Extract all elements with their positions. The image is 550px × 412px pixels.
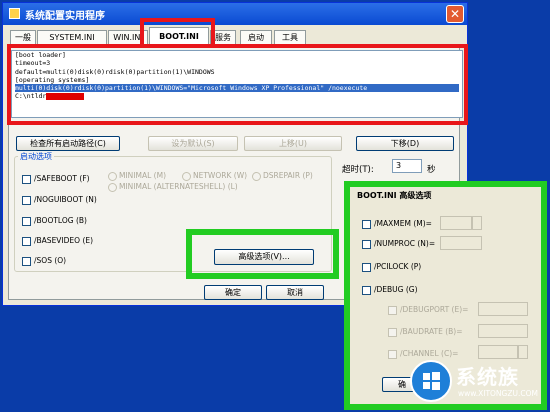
tab-startup[interactable]: 启动 — [240, 30, 272, 44]
bootlog-label: /BOOTLOG (B) — [34, 216, 87, 225]
minimal-altshell-radio[interactable] — [108, 183, 117, 192]
check-boot-paths-button[interactable]: 检查所有启动路径(C) — [16, 136, 120, 151]
network-radio[interactable] — [182, 172, 191, 181]
sos-label: /SOS (O) — [34, 256, 67, 265]
tab-general[interactable]: 一般 — [10, 30, 36, 44]
sos-checkbox[interactable] — [22, 257, 31, 266]
ok-button[interactable]: 确定 — [204, 285, 262, 300]
boot-options-legend: 启动选项 — [18, 151, 54, 162]
safeboot-label: /SAFEBOOT (F) — [34, 174, 90, 183]
timeout-unit: 秒 — [427, 165, 436, 175]
minimal-altshell-label: MINIMAL (ALTERNATESHELL) (L) — [119, 182, 238, 191]
cancel-button[interactable]: 取消 — [266, 285, 324, 300]
tab-system-ini[interactable]: SYSTEM.INI — [37, 30, 107, 44]
advanced-button-highlight — [186, 229, 339, 279]
noguiboot-checkbox[interactable] — [22, 196, 31, 205]
window-title: 系统配置实用程序 — [25, 11, 105, 22]
bootlog-checkbox[interactable] — [22, 217, 31, 226]
network-label: NETWORK (W) — [193, 171, 248, 180]
basevideo-checkbox[interactable] — [22, 237, 31, 246]
set-default-button[interactable]: 设为默认(S) — [148, 136, 238, 151]
move-up-button[interactable]: 上移(U) — [244, 136, 342, 151]
boot-text-highlight — [7, 44, 468, 125]
title-bar[interactable]: 系统配置实用程序 ✕ — [3, 3, 467, 25]
close-button[interactable]: ✕ — [446, 5, 464, 23]
watermark: 系统族 www.XITONGZU.COM — [410, 355, 548, 409]
dsrepair-radio[interactable] — [252, 172, 261, 181]
minimal-label: MINIMAL (M) — [119, 171, 166, 180]
basevideo-label: /BASEVIDEO (E) — [34, 236, 94, 245]
dsrepair-label: DSREPAIR (P) — [263, 171, 313, 180]
noguiboot-label: /NOGUIBOOT (N) — [34, 195, 97, 204]
watermark-text: 系统族 — [456, 365, 519, 389]
app-icon — [9, 8, 20, 19]
move-down-button[interactable]: 下移(D) — [356, 136, 454, 151]
tab-tools[interactable]: 工具 — [274, 30, 306, 44]
timeout-input[interactable]: 3 — [392, 159, 422, 173]
safeboot-checkbox[interactable] — [22, 175, 31, 184]
watermark-url: www.XITONGZU.COM — [458, 389, 538, 398]
minimal-radio[interactable] — [108, 172, 117, 181]
windows-logo-icon — [410, 360, 452, 402]
timeout-label: 超时(T): — [342, 165, 374, 175]
